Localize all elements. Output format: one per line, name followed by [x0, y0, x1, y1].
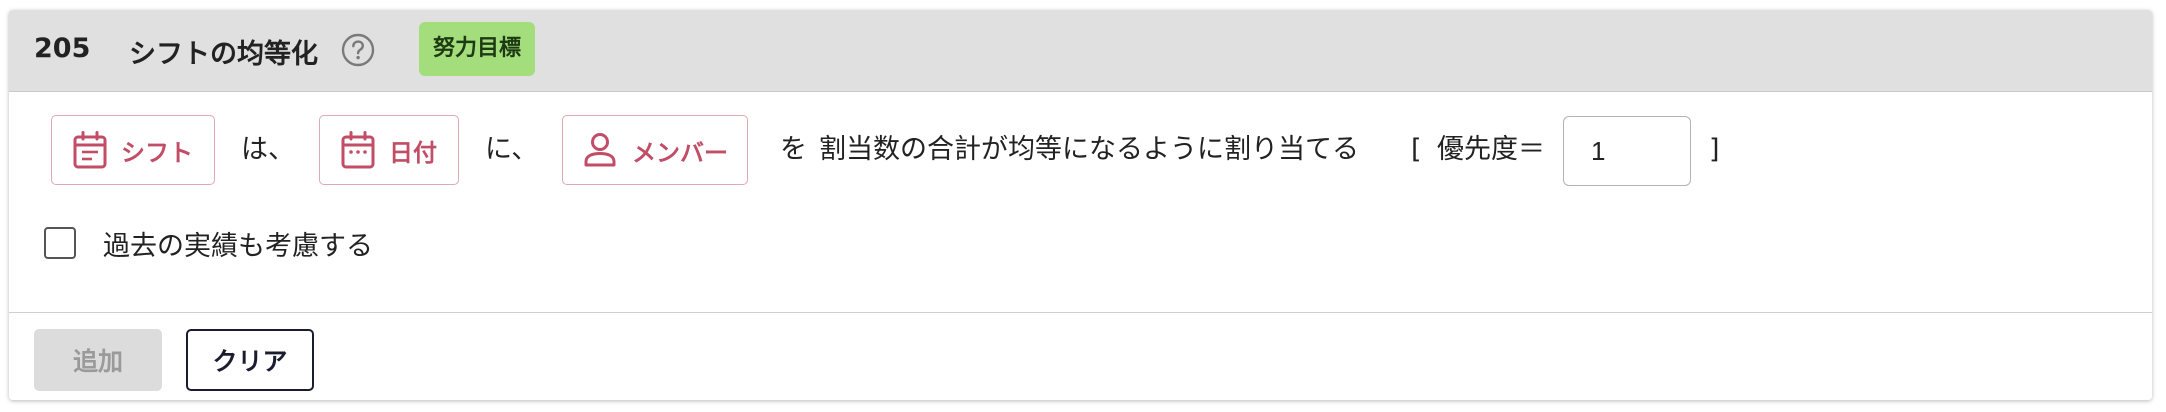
- consider-past-label: 過去の実績も考慮する: [103, 230, 373, 262]
- consider-past-checkbox[interactable]: [44, 227, 76, 259]
- rule-description: 割当数の合計が均等になるように割り当てる: [819, 134, 1359, 165]
- bracket-open: [: [1411, 134, 1422, 165]
- chip-label: メンバー: [632, 138, 728, 167]
- effort-goal-badge: 努力目標: [419, 22, 536, 76]
- rule-number: 205: [34, 33, 91, 64]
- question-circle-icon[interactable]: [341, 33, 375, 67]
- add-button[interactable]: 追加: [34, 329, 162, 391]
- calendar-list-icon: [73, 131, 107, 169]
- rule-header: 205 シフトの均等化 努力目標: [9, 10, 2152, 92]
- card-footer: 追加 クリア: [9, 312, 2152, 400]
- consider-past-option[interactable]: 過去の実績も考慮する: [44, 222, 373, 264]
- chip-label: 日付: [389, 138, 437, 167]
- priority-label: 優先度＝: [1437, 134, 1545, 165]
- chip-shift[interactable]: シフト: [51, 115, 215, 185]
- bracket-close: ]: [1709, 134, 1720, 165]
- rule-card: 205 シフトの均等化 努力目標 シフト は、 日付 に、 メンバー を 割当数…: [9, 10, 2152, 400]
- priority-input[interactable]: [1563, 116, 1691, 186]
- clear-button[interactable]: クリア: [186, 329, 314, 391]
- rule-title: シフトの均等化: [129, 39, 318, 70]
- person-icon: [582, 132, 618, 168]
- chip-label: シフト: [121, 138, 193, 167]
- particle-ha: は、: [241, 134, 295, 165]
- chip-member[interactable]: メンバー: [562, 115, 748, 185]
- particle-wo: を: [780, 134, 807, 165]
- calendar-icon: [341, 131, 375, 169]
- chip-date[interactable]: 日付: [319, 115, 459, 185]
- rule-sentence: シフト は、 日付 に、 メンバー を 割当数の合計が均等になるように割り当てる…: [9, 115, 2152, 189]
- particle-ni: に、: [485, 134, 539, 165]
